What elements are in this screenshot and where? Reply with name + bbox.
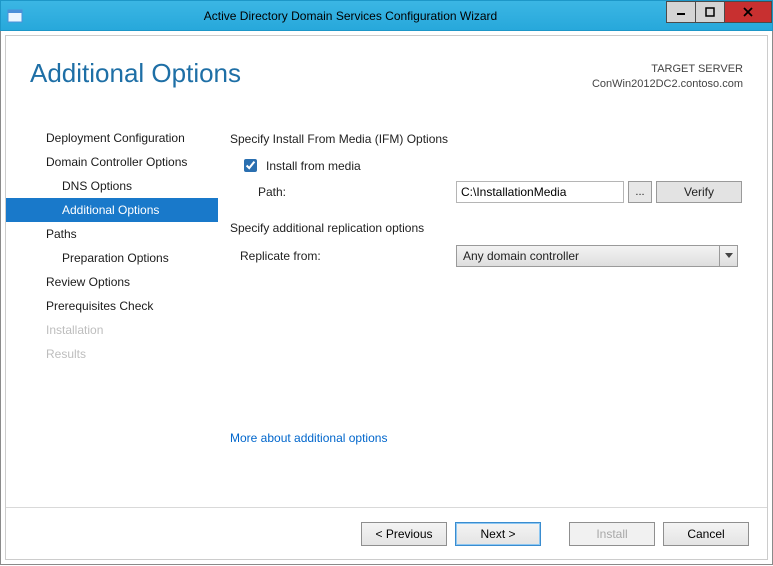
wizard-step[interactable]: Preparation Options: [6, 246, 218, 270]
window-title: Active Directory Domain Services Configu…: [29, 9, 772, 23]
target-server-block: TARGET SERVER ConWin2012DC2.contoso.com: [592, 58, 743, 92]
replicate-from-dropdown[interactable]: Any domain controller: [456, 245, 738, 267]
ifm-section-label: Specify Install From Media (IFM) Options: [230, 132, 751, 146]
replicate-from-value: Any domain controller: [457, 249, 719, 263]
install-from-media-checkbox[interactable]: [244, 159, 257, 172]
header: Additional Options TARGET SERVER ConWin2…: [6, 36, 767, 118]
window-controls: [667, 1, 772, 23]
wizard-step: Results: [6, 342, 218, 366]
replicate-from-label: Replicate from:: [240, 249, 456, 263]
wizard-step[interactable]: Review Options: [6, 270, 218, 294]
wizard-step[interactable]: Additional Options: [6, 198, 218, 222]
previous-button[interactable]: < Previous: [361, 522, 447, 546]
verify-button[interactable]: Verify: [656, 181, 742, 203]
main-panel: Specify Install From Media (IFM) Options…: [218, 118, 767, 490]
path-input[interactable]: [456, 181, 624, 203]
wizard-step[interactable]: Deployment Configuration: [6, 126, 218, 150]
browse-button[interactable]: ...: [628, 181, 652, 203]
close-button[interactable]: [724, 1, 772, 23]
wizard-step[interactable]: Paths: [6, 222, 218, 246]
wizard-steps-sidebar: Deployment ConfigurationDomain Controlle…: [6, 118, 218, 490]
replication-section-label: Specify additional replication options: [230, 221, 751, 235]
install-from-media-label: Install from media: [266, 159, 361, 173]
maximize-button[interactable]: [695, 1, 725, 23]
page-title: Additional Options: [30, 58, 592, 89]
wizard-step[interactable]: Prerequisites Check: [6, 294, 218, 318]
cancel-button[interactable]: Cancel: [663, 522, 749, 546]
footer-buttons: < Previous Next > Install Cancel: [6, 507, 767, 559]
wizard-step[interactable]: DNS Options: [6, 174, 218, 198]
chevron-down-icon: [719, 246, 737, 266]
titlebar: Active Directory Domain Services Configu…: [0, 0, 773, 31]
target-server-label: TARGET SERVER: [592, 62, 743, 77]
target-server-value: ConWin2012DC2.contoso.com: [592, 77, 743, 92]
next-button[interactable]: Next >: [455, 522, 541, 546]
install-button: Install: [569, 522, 655, 546]
wizard-step: Installation: [6, 318, 218, 342]
app-icon: [1, 9, 29, 23]
path-label: Path:: [258, 185, 456, 199]
minimize-button[interactable]: [666, 1, 696, 23]
window-body: Additional Options TARGET SERVER ConWin2…: [0, 31, 773, 565]
more-link[interactable]: More about additional options: [230, 431, 387, 445]
wizard-step[interactable]: Domain Controller Options: [6, 150, 218, 174]
